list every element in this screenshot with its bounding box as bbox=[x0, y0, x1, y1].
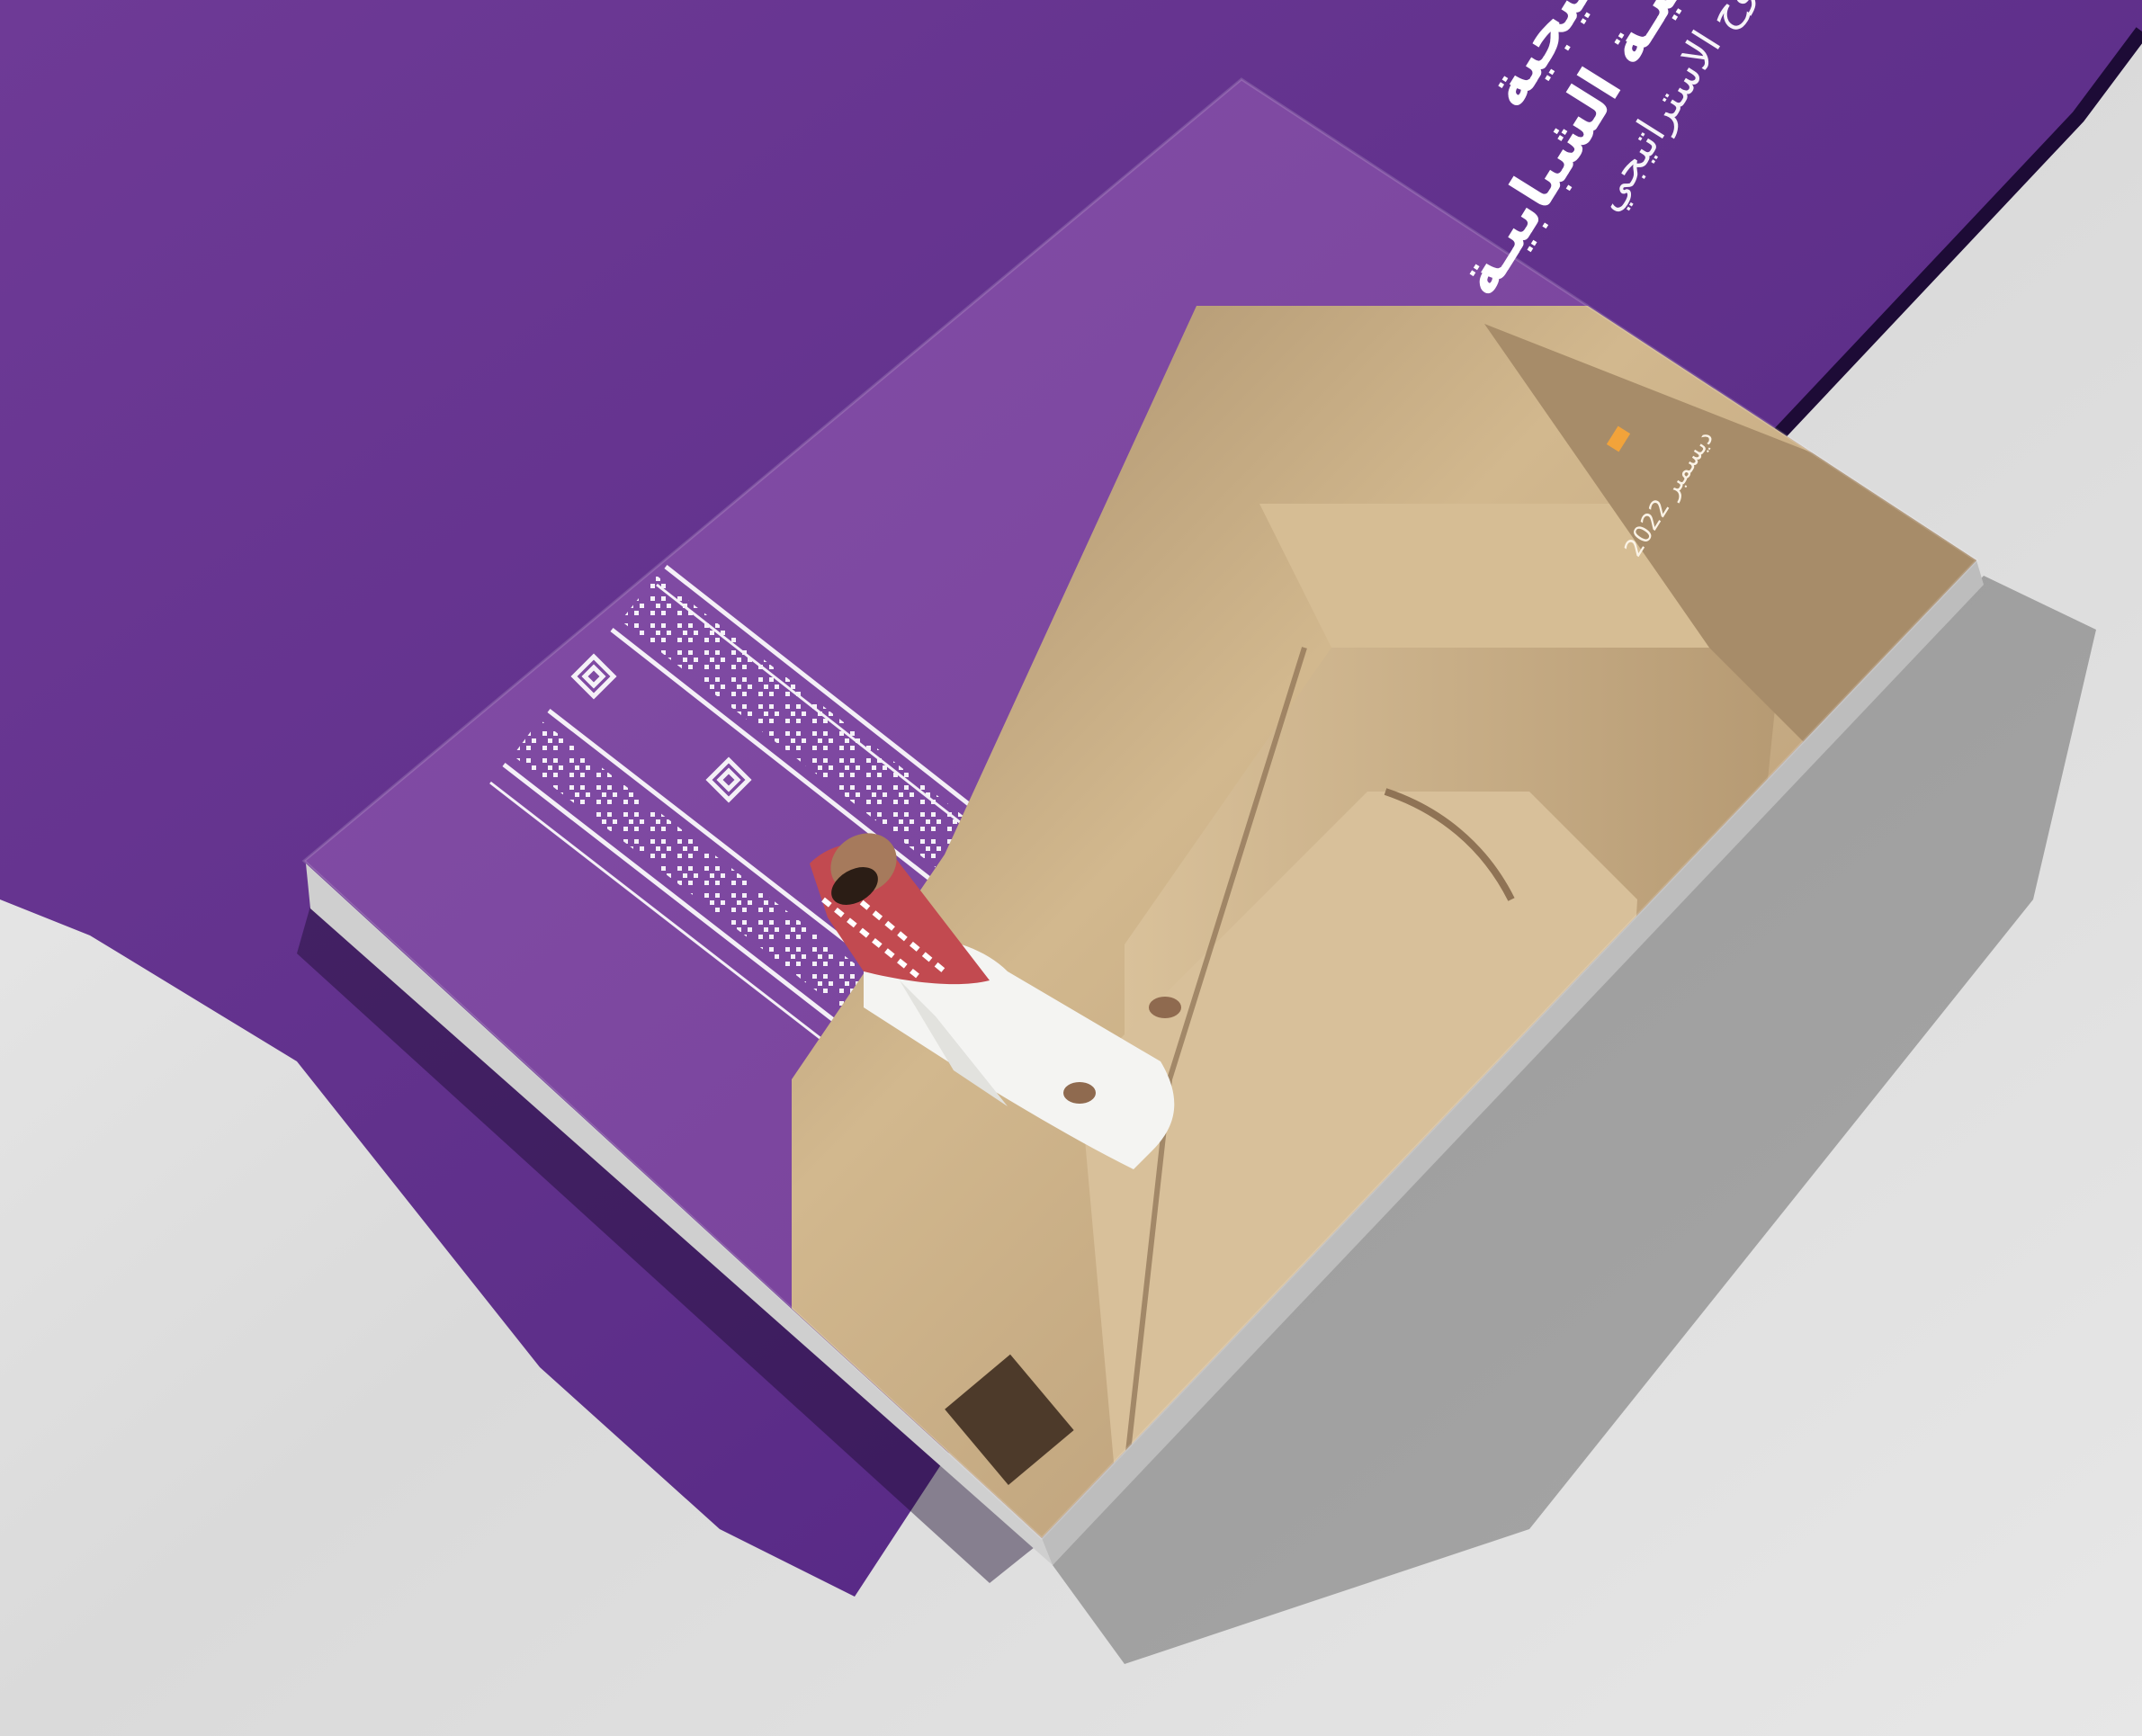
booklet-mockup-scene bbox=[0, 0, 2142, 1736]
